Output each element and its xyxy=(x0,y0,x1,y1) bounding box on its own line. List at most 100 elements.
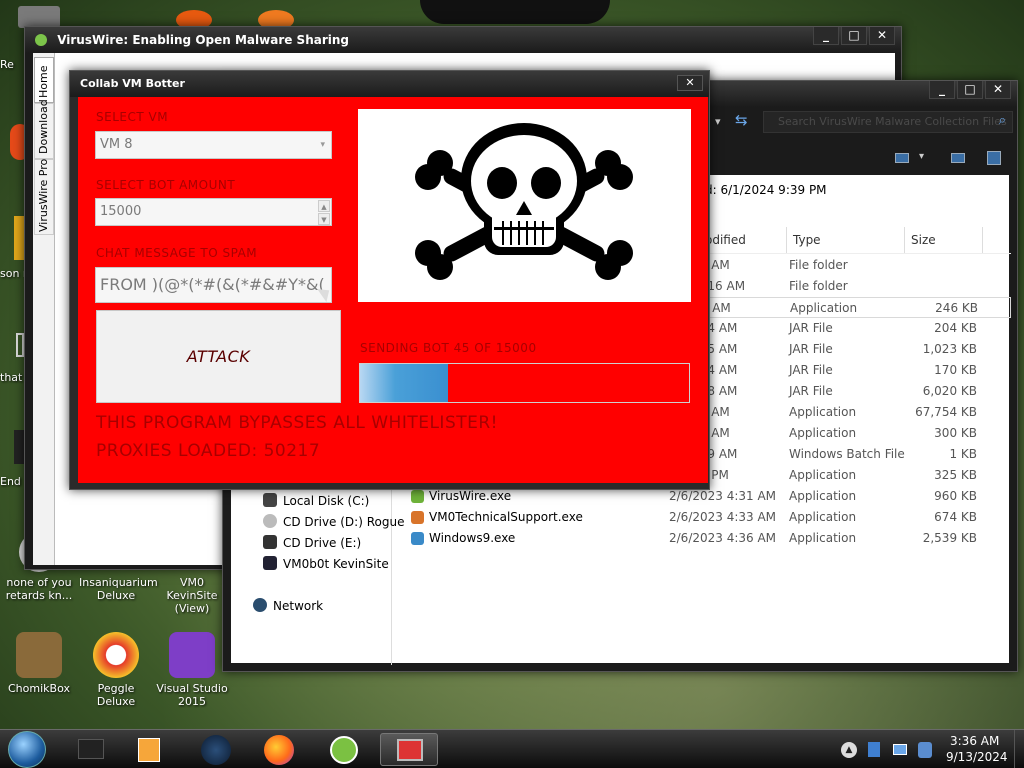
chat-message-input[interactable]: FROM )(@*(*#(&(*#&#Y*&( xyxy=(95,267,332,303)
file-type: Windows Batch File xyxy=(789,447,905,461)
file-type: JAR File xyxy=(789,363,833,377)
nav-local-disk[interactable]: Local Disk (C:) xyxy=(263,493,369,508)
desktop-icon-visual-studio[interactable]: Visual Studio 2015 xyxy=(155,632,229,708)
visual-studio-icon xyxy=(169,632,215,678)
desktop-edge-icon-3[interactable] xyxy=(16,333,24,357)
close-button[interactable]: ✕ xyxy=(869,27,895,45)
select-vm-label: SELECT VM xyxy=(96,110,169,124)
tab-home-label: Home xyxy=(37,65,50,98)
file-type: Application xyxy=(789,531,857,545)
nav-cd-drive-d[interactable]: CD Drive (D:) Rogue xyxy=(263,514,404,529)
stepper-up-icon[interactable]: ▲ xyxy=(318,200,330,212)
taskbar: ▲ 3:36 AM 9/13/2024 xyxy=(0,729,1024,768)
help-icon[interactable] xyxy=(987,151,1001,165)
folder-icon xyxy=(78,739,104,759)
desktop-icon-label: Insaniquarium Deluxe xyxy=(79,576,158,602)
start-button[interactable] xyxy=(8,731,46,768)
viruswire-titlebar[interactable]: VirusWire: Enabling Open Malware Sharing… xyxy=(25,27,901,53)
show-hidden-icons[interactable]: ▲ xyxy=(841,742,857,758)
sending-status: SENDING BOT 45 OF 15000 xyxy=(360,341,537,355)
view-dropdown-icon[interactable]: ▾ xyxy=(919,151,924,162)
file-type: File folder xyxy=(789,258,848,272)
skull-crossbones-icon xyxy=(415,123,633,280)
column-header-size[interactable]: Size xyxy=(907,227,983,253)
file-size: 2,539 KB xyxy=(922,531,977,545)
chat-message-value: FROM )(@*(*#(&(*#&#Y*&( xyxy=(100,275,325,294)
taskbar-app-explorer[interactable] xyxy=(62,733,120,766)
collab-titlebar[interactable]: Collab VM Botter ✕ xyxy=(70,71,709,97)
desktop-icon-peggle[interactable]: Peggle Deluxe xyxy=(79,632,153,708)
nav-label: CD Drive (D:) Rogue xyxy=(283,515,405,529)
file-type: JAR File xyxy=(789,384,833,398)
taskbar-app-globe[interactable] xyxy=(186,733,244,766)
column-header-type[interactable]: Type xyxy=(789,227,905,253)
file-row[interactable]: Windows9.exe 2/6/2023 4:36 AM Application 2… xyxy=(391,528,1011,549)
desktop-icon-chomikbox[interactable]: ChomikBox xyxy=(2,632,76,695)
nav-kevinsite[interactable]: VM0b0t KevinSite xyxy=(263,556,389,571)
send-progress-bar xyxy=(359,363,690,403)
taskbar-app-media[interactable] xyxy=(120,733,178,766)
globe-icon xyxy=(201,735,231,765)
file-size: 674 KB xyxy=(934,510,977,524)
file-date: 2/6/2023 4:36 AM xyxy=(669,531,777,545)
desktop-top-icon-1[interactable] xyxy=(18,6,60,28)
preview-pane-icon[interactable] xyxy=(951,153,965,163)
close-button[interactable]: ✕ xyxy=(677,75,703,91)
exe-icon xyxy=(411,490,424,503)
dropdown-icon[interactable]: ▾ xyxy=(715,115,721,128)
desktop-icon-label: ChomikBox xyxy=(8,682,70,695)
file-name: Windows9.exe xyxy=(429,531,516,545)
tray-icon-1[interactable] xyxy=(868,742,880,757)
select-vm-dropdown[interactable]: VM 8 ▾ xyxy=(95,131,332,159)
nav-label: VM0b0t KevinSite xyxy=(283,557,389,571)
collab-title: Collab VM Botter xyxy=(80,77,185,90)
maximize-button[interactable]: □ xyxy=(841,27,867,45)
tab-home[interactable]: Home xyxy=(34,57,54,103)
tray-icon-2[interactable] xyxy=(893,744,907,755)
search-input[interactable]: Search VirusWire Malware Collection File… xyxy=(763,111,1013,133)
file-size: 6,020 KB xyxy=(922,384,977,398)
file-name: VM0TechnicalSupport.exe xyxy=(429,510,583,524)
column-header-date-label: odified xyxy=(705,233,746,247)
desktop-edge-icon-4[interactable] xyxy=(14,430,24,464)
desktop-edge-label-4: End xyxy=(0,475,21,488)
file-row[interactable]: VM0TechnicalSupport.exe 2/6/2023 4:33 AM A… xyxy=(391,507,1011,528)
bot-amount-stepper[interactable]: 15000 ▲ ▼ xyxy=(95,198,332,226)
taskbar-app-firefox[interactable] xyxy=(250,733,308,766)
minimize-button[interactable]: _ xyxy=(813,27,839,45)
volume-icon[interactable] xyxy=(918,742,932,758)
minimize-button[interactable]: _ xyxy=(929,81,955,99)
nav-network[interactable]: Network xyxy=(253,598,323,613)
file-type: Application xyxy=(790,301,858,315)
column-header-size-label: Size xyxy=(911,233,936,247)
exe-icon xyxy=(411,511,424,524)
tab-viruswire-pro[interactable]: VirusWire Pro xyxy=(34,159,54,235)
nav-cd-drive-e[interactable]: CD Drive (E:) xyxy=(263,535,361,550)
file-type: Application xyxy=(789,510,857,524)
taskbar-app-green[interactable] xyxy=(314,733,372,766)
attack-label: ATTACK xyxy=(186,347,251,366)
tab-download[interactable]: Download xyxy=(34,99,54,159)
file-size: 246 KB xyxy=(935,301,978,315)
file-size: 67,754 KB xyxy=(915,405,977,419)
stepper-down-icon[interactable]: ▼ xyxy=(318,213,330,225)
chevron-down-icon: ▾ xyxy=(320,140,325,150)
desktop-edge-label-3: that xyxy=(0,371,23,384)
file-type: JAR File xyxy=(789,321,833,335)
close-button[interactable]: ✕ xyxy=(985,81,1011,99)
column-header-date[interactable]: odified xyxy=(705,227,787,253)
proxies-loaded: PROXIES LOADED: 50217 xyxy=(96,441,321,461)
show-desktop-button[interactable] xyxy=(1014,730,1024,768)
maximize-button[interactable]: □ xyxy=(957,81,983,99)
file-size: 204 KB xyxy=(934,321,977,335)
taskbar-app-active[interactable] xyxy=(380,733,438,766)
view-icon[interactable] xyxy=(895,153,909,163)
clock-time[interactable]: 3:36 AM xyxy=(950,734,999,748)
cd-icon xyxy=(263,514,277,528)
media-player-icon xyxy=(138,738,160,762)
clock-date[interactable]: 9/13/2024 xyxy=(946,750,1008,764)
refresh-icon[interactable]: ⇆ xyxy=(735,111,748,129)
search-placeholder: Search VirusWire Malware Collection File… xyxy=(778,115,1007,128)
tab-pro-label: VirusWire Pro xyxy=(37,158,50,232)
attack-button[interactable]: ATTACK xyxy=(96,310,341,403)
